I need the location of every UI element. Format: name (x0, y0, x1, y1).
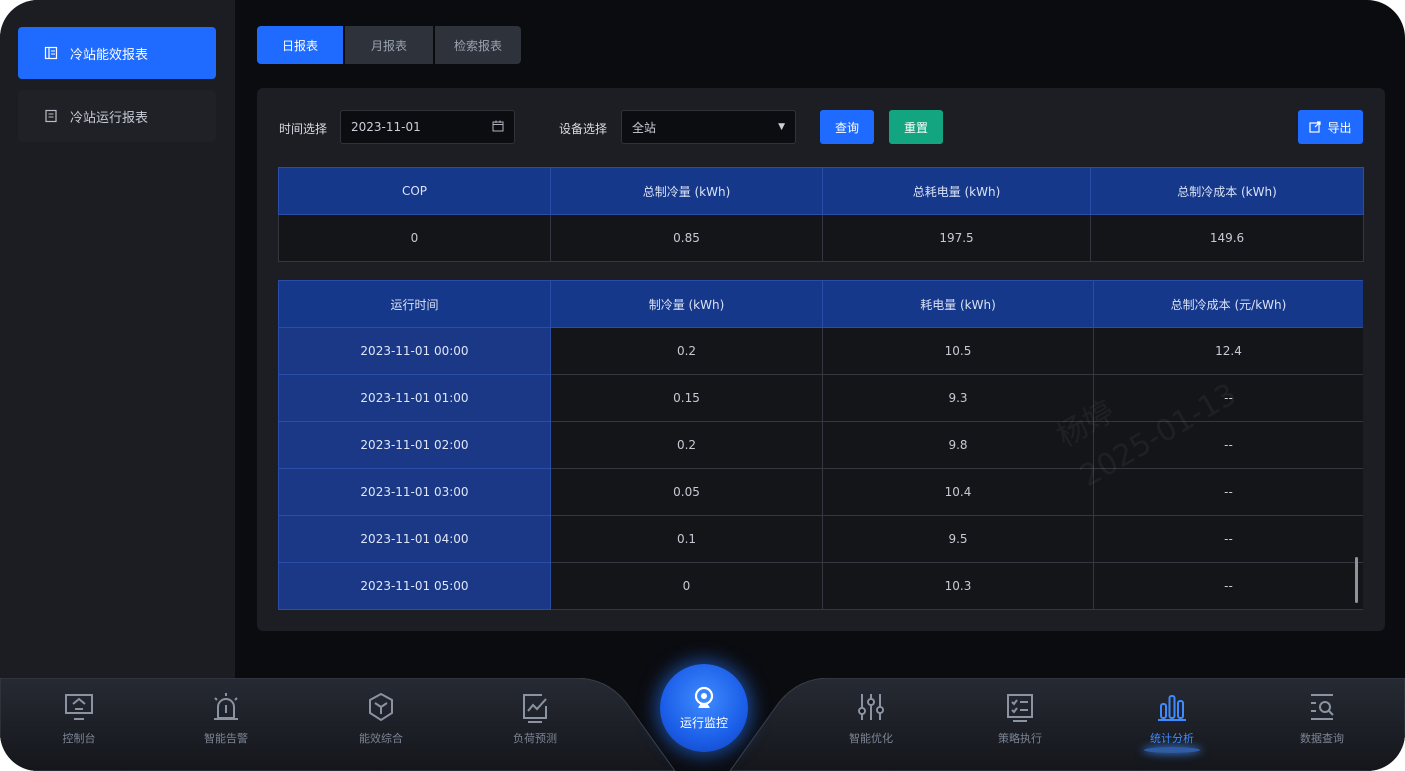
row-time: 2023-11-01 03:00 (278, 468, 551, 516)
nav-label: 智能优化 (849, 732, 893, 745)
report-icon (44, 46, 58, 60)
nav-label: 数据查询 (1300, 732, 1344, 745)
table-scrollbar[interactable] (1355, 557, 1358, 603)
nav-energy[interactable]: 能效综合 (336, 690, 426, 760)
tab-monthly[interactable]: 月报表 (345, 26, 433, 64)
row-power: 9.3 (822, 374, 1094, 422)
nav-label: 智能告警 (204, 732, 248, 745)
sidebar-item-operation-report[interactable]: 冷站运行报表 (18, 90, 216, 142)
row-power: 10.4 (822, 468, 1094, 516)
nav-label: 策略执行 (998, 732, 1042, 745)
detail-table-scroll[interactable]: 运行时间 制冷量 (kWh) 耗电量 (kWh) 总制冷成本 (元/kWh) 2… (278, 280, 1363, 610)
detail-header-cost: 总制冷成本 (元/kWh) (1093, 280, 1363, 328)
row-cost: 12.4 (1093, 327, 1363, 375)
table-row: 2023-11-01 04:00 0.1 9.5 -- (278, 515, 1363, 563)
bar-chart-icon (1158, 695, 1186, 721)
row-power: 9.5 (822, 515, 1094, 563)
date-picker[interactable]: 2023-11-01 (340, 110, 515, 144)
detail-header-power: 耗电量 (kWh) (822, 280, 1094, 328)
sidebar-item-energy-report[interactable]: 冷站能效报表 (18, 27, 216, 79)
table-row: 2023-11-01 03:00 0.05 10.4 -- (278, 468, 1363, 516)
time-filter-label: 时间选择 (279, 122, 328, 136)
nav-statistics[interactable]: 统计分析 (1127, 690, 1217, 760)
summary-cell-cooling: 0.85 (550, 214, 823, 262)
reset-button[interactable]: 重置 (889, 110, 943, 144)
nav-data-query[interactable]: 数据查询 (1277, 690, 1367, 760)
row-cooling: 0.1 (550, 515, 823, 563)
device-filter-label: 设备选择 (559, 122, 608, 136)
sidebar: 冷站能效报表 冷站运行报表 (0, 0, 235, 680)
row-time: 2023-11-01 00:00 (278, 327, 551, 375)
summary-header-cost: 总制冷成本 (kWh) (1090, 167, 1364, 215)
query-button[interactable]: 查询 (820, 110, 874, 144)
detail-header-time: 运行时间 (278, 280, 551, 328)
device-value: 全站 (632, 120, 657, 135)
export-icon (1309, 121, 1322, 133)
row-cooling: 0.2 (550, 327, 823, 375)
app-frame: 冷站能效报表 冷站运行报表 日报表 月报表 检索报表 时间选择 2023-11-… (0, 0, 1405, 771)
row-cooling: 0.2 (550, 421, 823, 469)
tab-search-report[interactable]: 检索报表 (435, 26, 521, 64)
alarm-icon (214, 693, 238, 720)
chevron-down-icon: ▼ (778, 122, 785, 132)
cube-icon (369, 692, 393, 722)
summary-header-cop: COP (278, 167, 551, 215)
summary-cell-power: 197.5 (822, 214, 1091, 262)
nav-monitoring[interactable]: 运行监控 (660, 664, 748, 752)
sidebar-item-label: 冷站运行报表 (70, 110, 149, 126)
row-cooling: 0.15 (550, 374, 823, 422)
nav-console[interactable]: 控制台 (34, 690, 124, 760)
monitor-icon (65, 694, 93, 720)
document-icon (44, 109, 58, 123)
tab-daily[interactable]: 日报表 (257, 26, 343, 64)
summary-cell-cost: 149.6 (1090, 214, 1364, 262)
row-time: 2023-11-01 01:00 (278, 374, 551, 422)
sliders-icon (858, 694, 884, 720)
summary-cell-cop: 0 (278, 214, 551, 262)
nav-label: 控制台 (62, 732, 96, 745)
row-power: 10.5 (822, 327, 1094, 375)
nav-label: 运行监控 (679, 715, 728, 730)
nav-optimize[interactable]: 智能优化 (826, 690, 916, 760)
row-time: 2023-11-01 05:00 (278, 562, 551, 610)
row-power: 10.3 (822, 562, 1094, 610)
report-tabs: 日报表 月报表 检索报表 (257, 26, 523, 64)
export-button[interactable]: 导出 (1298, 110, 1363, 144)
device-select[interactable]: 全站 ▼ (621, 110, 796, 144)
nav-alarm[interactable]: 智能告警 (181, 690, 271, 760)
search-icon (1311, 694, 1334, 720)
row-cooling: 0 (550, 562, 823, 610)
summary-table: COP 总制冷量 (kWh) 总耗电量 (kWh) 总制冷成本 (kWh) 0 … (278, 167, 1364, 262)
detail-header-cooling: 制冷量 (kWh) (550, 280, 823, 328)
webcam-icon (694, 686, 714, 708)
nav-label: 负荷预测 (513, 732, 557, 745)
row-cost: -- (1093, 562, 1363, 610)
row-cost: -- (1093, 515, 1363, 563)
sidebar-item-label: 冷站能效报表 (70, 47, 149, 63)
detail-table: 运行时间 制冷量 (kWh) 耗电量 (kWh) 总制冷成本 (元/kWh) 2… (278, 280, 1363, 610)
table-row (278, 609, 1363, 610)
row-time: 2023-11-01 04:00 (278, 515, 551, 563)
table-row: 2023-11-01 05:00 0 10.3 -- (278, 562, 1363, 610)
summary-header-power: 总耗电量 (kWh) (822, 167, 1091, 215)
nav-strategy[interactable]: 策略执行 (975, 690, 1065, 760)
checklist-icon (1007, 694, 1033, 722)
summary-header-cooling: 总制冷量 (kWh) (550, 167, 823, 215)
row-cooling: 0.05 (550, 468, 823, 516)
date-value: 2023-11-01 (351, 120, 421, 134)
nav-forecast[interactable]: 负荷预测 (490, 690, 580, 760)
export-label: 导出 (1327, 120, 1352, 135)
row-time: 2023-11-01 02:00 (278, 421, 551, 469)
active-indicator (1144, 747, 1200, 753)
nav-label: 能效综合 (359, 732, 403, 745)
chart-icon (523, 694, 547, 723)
calendar-icon (492, 120, 504, 135)
nav-label: 统计分析 (1150, 732, 1194, 745)
